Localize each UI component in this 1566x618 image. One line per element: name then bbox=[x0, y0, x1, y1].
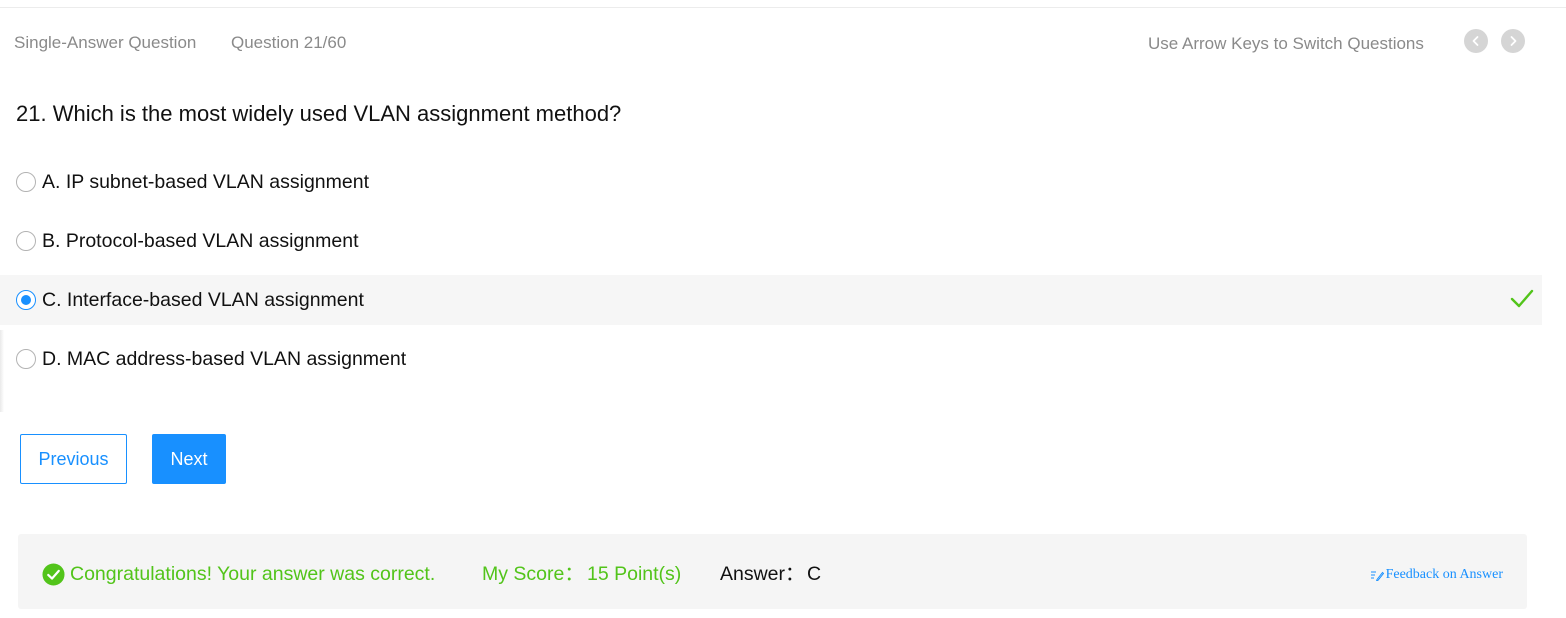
question-type-label: Single-Answer Question bbox=[14, 33, 197, 52]
option-a-label: A. IP subnet-based VLAN assignment bbox=[42, 171, 369, 193]
feedback-link[interactable]: Feedback on Answer bbox=[1370, 567, 1503, 583]
result-panel: Congratulations! Your answer was correct… bbox=[18, 534, 1527, 609]
answer-value: C bbox=[807, 563, 822, 585]
next-button[interactable]: Next bbox=[152, 434, 226, 484]
option-a[interactable]: A. IP subnet-based VLAN assignment bbox=[0, 157, 1542, 207]
question-counter: Question 21/60 bbox=[231, 33, 347, 52]
option-d[interactable]: D. MAC address-based VLAN assignment bbox=[0, 334, 1542, 384]
edit-icon bbox=[1370, 571, 1384, 581]
option-d-label: D. MAC address-based VLAN assignment bbox=[42, 348, 407, 370]
option-b-radio[interactable] bbox=[16, 231, 36, 251]
option-c-label: C. Interface-based VLAN assignment bbox=[42, 289, 364, 311]
previous-button[interactable]: Previous bbox=[20, 434, 127, 484]
option-d-radio[interactable] bbox=[16, 349, 36, 369]
option-c[interactable]: C. Interface-based VLAN assignment bbox=[0, 275, 1542, 325]
option-b-label: B. Protocol-based VLAN assignment bbox=[42, 230, 359, 252]
question-text: 21. Which is the most widely used VLAN a… bbox=[16, 101, 622, 126]
checkmark-icon bbox=[1510, 289, 1534, 308]
score-value: 15 Point(s) bbox=[587, 563, 682, 585]
next-question-button[interactable] bbox=[1501, 29, 1525, 53]
option-c-radio[interactable] bbox=[16, 290, 36, 310]
option-a-radio[interactable] bbox=[16, 172, 36, 192]
feedback-label: Feedback on Answer bbox=[1385, 567, 1503, 582]
check-circle-icon bbox=[42, 563, 65, 586]
keyboard-hint: Use Arrow Keys to Switch Questions bbox=[1148, 34, 1424, 53]
top-divider bbox=[0, 7, 1566, 8]
question-header: Single-Answer Question Question 21/60 Us… bbox=[14, 29, 1526, 56]
side-panel-edge bbox=[0, 330, 4, 412]
chevron-left-icon bbox=[1472, 36, 1479, 46]
score-label: My Score： bbox=[482, 563, 584, 585]
option-b[interactable]: B. Protocol-based VLAN assignment bbox=[0, 216, 1542, 266]
chevron-right-icon bbox=[1510, 36, 1517, 46]
result-message: Congratulations! Your answer was correct… bbox=[70, 563, 436, 585]
previous-question-button[interactable] bbox=[1464, 29, 1488, 53]
answer-label: Answer： bbox=[720, 563, 805, 585]
